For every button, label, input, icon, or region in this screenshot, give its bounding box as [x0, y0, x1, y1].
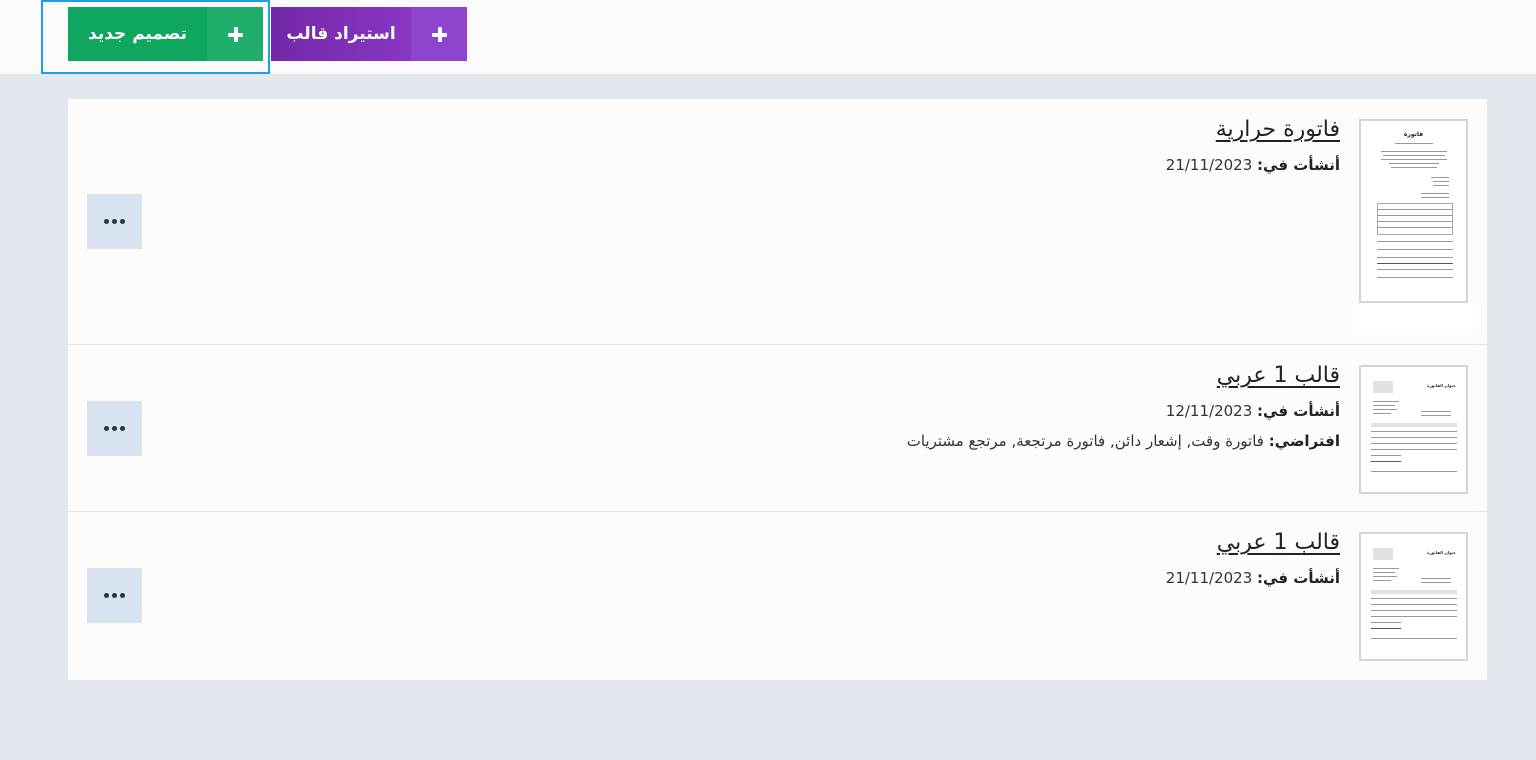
template-card: عنوان الفاتورة قالب 1 عربي أنشأت في: 21/… [68, 512, 1487, 680]
created-date: أنشأت في: 21/11/2023 [1166, 156, 1340, 174]
new-design-label: تصميم جديد [68, 7, 207, 61]
import-template-label: استيراد قالب [271, 7, 411, 61]
ellipsis-icon [104, 219, 109, 224]
template-thumbnail[interactable]: فاتورة [1359, 119, 1468, 303]
created-value: 21/11/2023 [1165, 156, 1253, 174]
template-info: قالب 1 عربي أنشأت في: 21/11/2023 [1166, 530, 1340, 587]
more-options-button[interactable] [87, 401, 142, 456]
default-for: افتراضي: فاتورة وقت, إشعار دائن, فاتورة … [907, 432, 1340, 450]
ellipsis-icon [104, 593, 109, 598]
template-list: فاتورة فاتورة حرارية أنشأت في: 21/11/202… [68, 99, 1487, 680]
template-card: عنوان الفاتورة قالب 1 عربي أنشأت في: 12/… [68, 345, 1487, 512]
template-thumbnail[interactable]: عنوان الفاتورة [1359, 365, 1468, 494]
template-info: قالب 1 عربي أنشأت في: 12/11/2023 افتراضي… [907, 363, 1340, 450]
plus-icon [207, 7, 263, 61]
import-template-button[interactable]: استيراد قالب [271, 7, 467, 61]
template-thumbnail[interactable]: عنوان الفاتورة [1359, 532, 1468, 661]
default-label: افتراضي: [1268, 432, 1340, 450]
created-label: أنشأت في: [1257, 402, 1340, 420]
created-label: أنشأت في: [1257, 156, 1340, 174]
created-value: 12/11/2023 [1165, 402, 1253, 420]
plus-icon [411, 7, 467, 61]
template-title[interactable]: فاتورة حرارية [1216, 117, 1340, 142]
thumbnail-heading: فاتورة [1403, 131, 1424, 138]
more-options-button[interactable] [87, 194, 142, 249]
template-title[interactable]: قالب 1 عربي [1217, 530, 1340, 555]
thumbnail-shadow [1355, 303, 1473, 331]
template-card: فاتورة فاتورة حرارية أنشأت في: 21/11/202… [68, 99, 1487, 345]
template-info: فاتورة حرارية أنشأت في: 21/11/2023 [1166, 117, 1340, 174]
ellipsis-icon [104, 426, 109, 431]
thumbnail-heading: عنوان الفاتورة [1427, 550, 1456, 555]
more-options-button[interactable] [87, 568, 142, 623]
created-date: أنشأت في: 21/11/2023 [1166, 569, 1340, 587]
created-date: أنشأت في: 12/11/2023 [907, 402, 1340, 420]
created-label: أنشأت في: [1257, 569, 1340, 587]
template-title[interactable]: قالب 1 عربي [1217, 363, 1340, 388]
default-value: فاتورة وقت, إشعار دائن, فاتورة مرتجعة, م… [906, 432, 1264, 450]
new-design-button[interactable]: تصميم جديد [68, 7, 263, 61]
created-value: 21/11/2023 [1165, 569, 1253, 587]
thumbnail-heading: عنوان الفاتورة [1427, 383, 1456, 388]
